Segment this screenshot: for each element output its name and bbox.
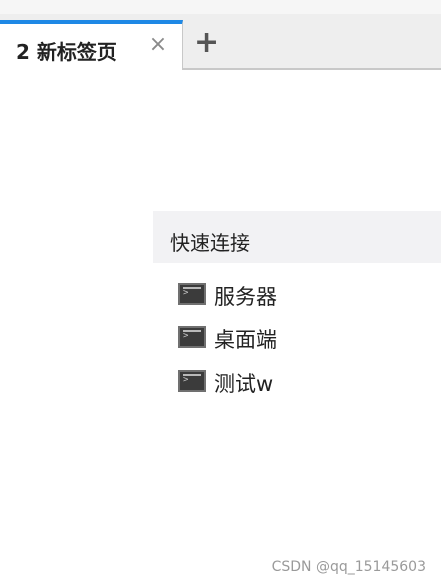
quick-connect-item-test[interactable]: 测试w (178, 367, 348, 397)
close-icon[interactable]: × (148, 34, 168, 56)
quick-connect-item-label: 桌面端 (214, 328, 277, 352)
window-top-band (0, 0, 441, 14)
quick-connect-item-label: 服务器 (214, 285, 277, 309)
terminal-icon (178, 283, 206, 305)
tab-label: 2 新标签页 (16, 40, 117, 64)
quick-connect-header: 快速连接 (153, 211, 441, 263)
tab-new-tab[interactable]: 2 新标签页 × (0, 20, 183, 70)
terminal-icon (178, 370, 206, 392)
quick-connect-item-server[interactable]: 服务器 (178, 280, 348, 310)
terminal-icon (178, 326, 206, 348)
watermark: CSDN @qq_15145603 (271, 559, 426, 575)
plus-icon[interactable]: + (194, 28, 219, 58)
quick-connect-item-label: 测试w (214, 372, 274, 396)
quick-connect-title: 快速连接 (170, 231, 250, 255)
quick-connect-item-desktop[interactable]: 桌面端 (178, 323, 348, 353)
tab-bar: 2 新标签页 × + (0, 14, 441, 70)
